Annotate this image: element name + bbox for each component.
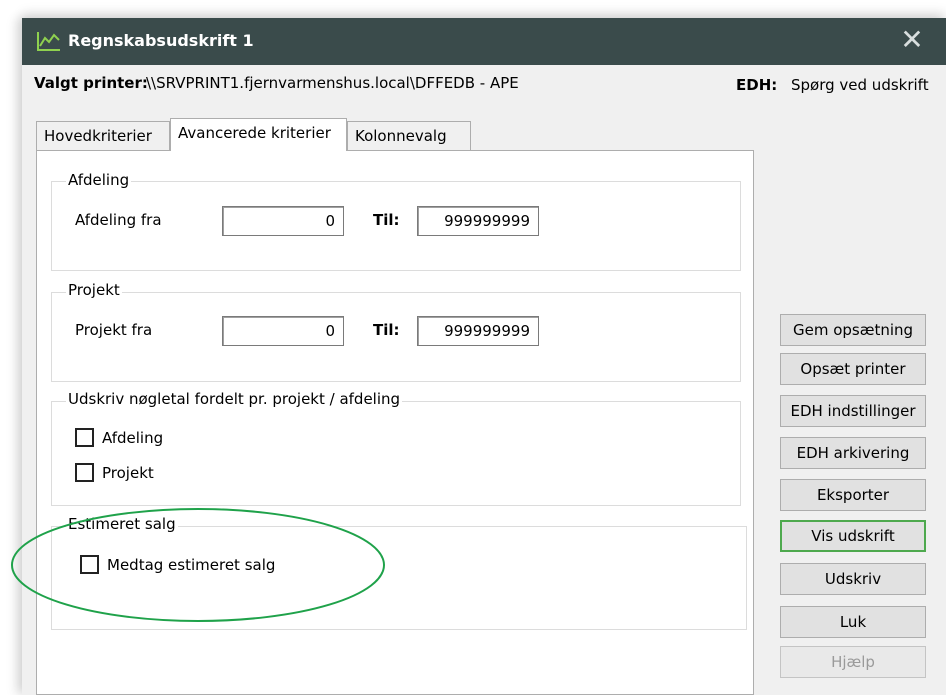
close-icon: ✕ xyxy=(900,23,924,56)
chart-icon xyxy=(37,32,60,51)
afdeling-to-input[interactable]: 999999999 xyxy=(417,206,539,236)
group-title-projekt: Projekt xyxy=(66,281,122,299)
close-button[interactable]: ✕ xyxy=(894,24,930,58)
tab-hovedkriterier[interactable]: Hovedkriterier xyxy=(36,121,170,151)
edh-arkivering-button[interactable]: EDH arkivering xyxy=(780,437,926,469)
opsaet-printer-button[interactable]: Opsæt printer xyxy=(780,353,926,385)
group-title-estimeret-salg: Estimeret salg xyxy=(66,515,178,533)
window-title: Regnskabsudskrift 1 xyxy=(68,31,254,50)
projekt-to-label: Til: xyxy=(373,321,400,339)
hjaelp-button: Hjælp xyxy=(780,646,926,678)
edh-value: Spørg ved udskrift xyxy=(791,76,929,94)
tab-label: Avancerede kriterier xyxy=(178,124,331,142)
group-noegletal xyxy=(51,401,741,506)
edh-label: EDH: xyxy=(736,76,778,94)
luk-button[interactable]: Luk xyxy=(780,606,926,638)
vis-udskrift-button[interactable]: Vis udskrift xyxy=(780,520,926,552)
afdeling-to-label: Til: xyxy=(373,211,400,229)
udskriv-button[interactable]: Udskriv xyxy=(780,563,926,595)
tab-kolonnevalg[interactable]: Kolonnevalg xyxy=(347,121,471,151)
group-estimeret-salg xyxy=(51,526,747,630)
checkbox-medtag-estimeret-salg-label[interactable]: Medtag estimeret salg xyxy=(107,556,275,574)
checkbox-afdeling-label[interactable]: Afdeling xyxy=(102,429,163,447)
tab-label: Kolonnevalg xyxy=(355,127,447,145)
gem-opsaetning-button[interactable]: Gem opsætning xyxy=(780,314,926,346)
title-bar[interactable]: Regnskabsudskrift 1 ✕ xyxy=(22,18,946,65)
afdeling-from-label: Afdeling fra xyxy=(75,211,162,229)
printer-value: \\SRVPRINT1.fjernvarmenshus.local\DFFEDB… xyxy=(146,74,519,92)
checkbox-projekt-label[interactable]: Projekt xyxy=(102,464,154,482)
group-title-noegletal: Udskriv nøgletal fordelt pr. projekt / a… xyxy=(66,390,403,408)
afdeling-from-input[interactable]: 0 xyxy=(222,206,344,236)
projekt-from-label: Projekt fra xyxy=(75,321,153,339)
projekt-to-input[interactable]: 999999999 xyxy=(417,316,539,346)
group-title-afdeling: Afdeling xyxy=(66,171,132,189)
tab-label: Hovedkriterier xyxy=(44,127,152,145)
dialog-window: Regnskabsudskrift 1 ✕ Valgt printer: \\S… xyxy=(22,18,946,695)
edh-indstillinger-button[interactable]: EDH indstillinger xyxy=(780,395,926,427)
tab-panel: Afdeling Afdeling fra 0 Til: 999999999 P… xyxy=(36,150,754,695)
eksporter-button[interactable]: Eksporter xyxy=(780,479,926,511)
checkbox-afdeling[interactable] xyxy=(75,428,94,447)
tab-avancerede-kriterier[interactable]: Avancerede kriterier xyxy=(170,118,347,151)
printer-label: Valgt printer: xyxy=(34,74,148,92)
checkbox-projekt[interactable] xyxy=(75,463,94,482)
checkbox-medtag-estimeret-salg[interactable] xyxy=(80,555,99,574)
projekt-from-input[interactable]: 0 xyxy=(222,316,344,346)
